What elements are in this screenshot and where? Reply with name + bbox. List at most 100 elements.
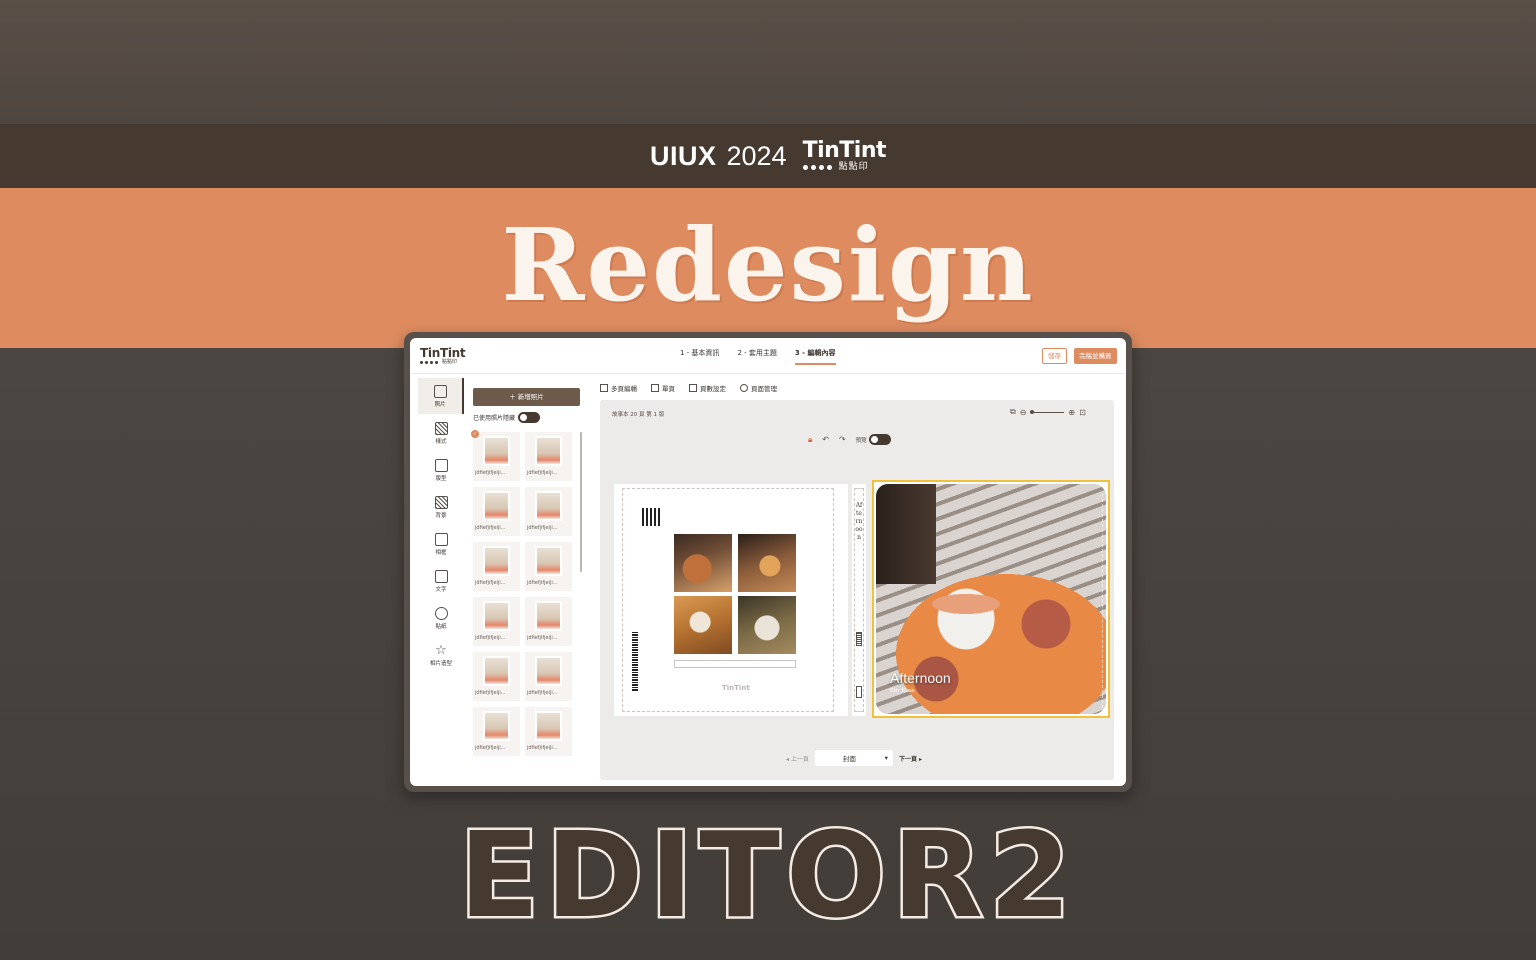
photo-thumbnail[interactable]: jdfiefjifjeiji... <box>525 652 572 701</box>
sidebar-item-photos[interactable]: 照片 <box>418 378 464 414</box>
photo-thumbnail[interactable]: jdfiefjifjeiji... <box>473 707 520 756</box>
document-icon <box>689 384 697 392</box>
photo-thumbnail[interactable]: jdfiefjifjeiji... <box>525 542 572 591</box>
front-cover-page[interactable]: Afternoon Elty Kuan <box>872 480 1110 718</box>
brand-sub: 點點印 <box>802 162 886 172</box>
thumbnail-name: jdfiefjifjeiji... <box>475 525 506 531</box>
preview-toggle[interactable] <box>868 434 891 445</box>
sidebar-item-text[interactable]: 文字 <box>418 563 464 599</box>
image-icon <box>433 384 447 398</box>
preview-row: 預覽 <box>856 434 891 445</box>
lock-icon[interactable]: 🔒︎ <box>808 435 812 445</box>
thumbnail-image <box>535 546 562 576</box>
pattern-icon <box>434 421 448 435</box>
hide-used-toggle[interactable] <box>518 412 541 423</box>
back-photo[interactable] <box>738 596 796 654</box>
zoom-in-icon[interactable]: ⊕ <box>1068 408 1075 417</box>
thumbnail-name: jdfiefjifjeiji... <box>527 470 558 476</box>
preview-label: 預覽 <box>855 437 867 444</box>
text-icon <box>434 569 448 583</box>
editor-canvas: 故事本 20 頁 第 1 版 ⧉ ⊖ ⊕ ⊡ 🔒︎ ↶ ↷ 預覽 TinTint… <box>600 400 1114 780</box>
tab-edit-content[interactable]: 3 - 編輯內容 <box>794 348 836 365</box>
tool-label: 頁面管理 <box>751 385 777 393</box>
photo-panel-scrollbar[interactable] <box>580 432 582 572</box>
thumbnail-name: jdfiefjifjeiji... <box>527 690 558 696</box>
app-logo-zh: 點點印 <box>442 359 458 365</box>
zoom-out-icon[interactable]: ⊖ <box>1020 408 1027 417</box>
photo-thumbnail[interactable]: jdfiefjifjeiji... <box>525 707 572 756</box>
thumbnail-image <box>483 656 510 686</box>
hide-used-row: 已使用照片隱藏 <box>473 412 541 423</box>
prev-label: 上一頁 <box>790 755 809 763</box>
sidebar-item-layouts[interactable]: 版型 <box>418 452 464 488</box>
finish-purchase-button[interactable]: 完稿並購買 <box>1074 348 1117 364</box>
caption-box[interactable] <box>674 660 796 668</box>
sidebar-item-label: 樣式 <box>435 438 447 445</box>
sidebar-item-background[interactable]: 背景 <box>418 489 464 525</box>
brand-zh: 點點印 <box>838 162 869 172</box>
photo-thumbnail[interactable]: jdfiefjifjeiji... <box>473 597 520 646</box>
brand-wordmark: TinTint <box>802 138 887 163</box>
grid-icon <box>600 384 608 392</box>
tab-apply-theme[interactable]: 2 - 套用主題 <box>737 348 776 365</box>
back-photo[interactable] <box>674 596 732 654</box>
back-cover-page[interactable]: TinTint <box>614 484 848 716</box>
cover-photo[interactable]: Afternoon Elty Kuan <box>876 484 1106 714</box>
dot-icon <box>818 165 824 170</box>
page-count-button[interactable]: 頁數設定 <box>689 383 726 393</box>
fit-screen-icon[interactable]: ⊡ <box>1079 408 1086 417</box>
sidebar-item-label: 照片 <box>434 401 446 408</box>
dot-icon <box>802 165 808 170</box>
dot-icon <box>826 165 832 170</box>
tab-basic-info[interactable]: 1 - 基本資訊 <box>680 348 719 365</box>
photo-thumbnail[interactable]: jdfiefjifjeiji... <box>525 597 572 646</box>
copy-icon[interactable]: ⧉ <box>1010 407 1016 417</box>
photo-thumbnail[interactable]: jdfiefjifjeiji... <box>473 542 520 591</box>
brand-logo: TinTint 點點印 <box>802 138 887 172</box>
thumbnail-image <box>483 601 510 631</box>
redo-icon[interactable]: ↷ <box>839 435 846 444</box>
next-label: 下一頁 <box>898 755 917 763</box>
undo-icon[interactable]: ↶ <box>822 435 829 444</box>
multi-page-edit-button[interactable]: 多頁編輯 <box>600 383 637 393</box>
page-select[interactable]: 封面 ▾ <box>814 750 893 766</box>
photo-thumbnail[interactable]: ✓ jdfiefjifjeiji... <box>471 430 520 481</box>
save-button[interactable]: 儲存 <box>1042 348 1067 364</box>
back-photo[interactable] <box>738 534 796 592</box>
page-manage-button[interactable]: 頁面管理 <box>740 383 777 393</box>
sticker-icon <box>434 606 448 620</box>
cover-subtitle[interactable]: Elty Kuan <box>890 688 915 694</box>
thumbnail-name: jdfiefjifjeiji... <box>475 470 506 476</box>
photo-thumbnail[interactable]: jdfiefjifjeiji... <box>473 652 520 701</box>
sidebar-item-label: 版型 <box>435 475 447 482</box>
prev-page-button[interactable]: ◂ 上一頁 <box>786 754 809 763</box>
thumbnail-name: jdfiefjifjeiji... <box>527 580 558 586</box>
book-spine[interactable]: Afternoon <box>852 484 866 716</box>
background-icon <box>434 495 448 509</box>
tool-label: 頁數設定 <box>700 385 726 393</box>
photo-thumbnail[interactable]: jdfiefjifjeiji... <box>525 432 572 481</box>
photo-thumbnail[interactable]: jdfiefjifjeiji... <box>473 487 520 536</box>
photo-thumbnail[interactable]: jdfiefjifjeiji... <box>525 487 572 536</box>
page-navigation: ◂ 上一頁 封面 ▾ 下一頁 ▸ <box>786 750 922 766</box>
thumbnail-image <box>483 436 510 466</box>
uiux-label: UIUX <box>649 140 717 171</box>
year-label: 2024 <box>726 140 787 171</box>
zoom-controls: ⧉ ⊖ ⊕ ⊡ <box>1010 407 1086 417</box>
cover-title[interactable]: Afternoon <box>890 670 951 686</box>
sidebar-item-stickers[interactable]: 貼紙 <box>418 600 464 636</box>
sidebar-item-styles[interactable]: 樣式 <box>418 415 464 451</box>
page-select-value: 封面 <box>842 755 856 763</box>
sidebar-item-photo-shapes[interactable]: ☆ 相片造型 <box>418 637 464 673</box>
back-photo[interactable] <box>674 534 732 592</box>
single-page-button[interactable]: 單頁 <box>651 383 675 393</box>
sidebar-item-frames[interactable]: 相框 <box>418 526 464 562</box>
thumbnail-name: jdfiefjifjeiji... <box>475 580 506 586</box>
app-logo[interactable]: TinTint 點點印 <box>420 347 466 365</box>
dot-icon <box>425 361 428 364</box>
check-icon: ✓ <box>471 430 479 438</box>
add-photo-button[interactable]: ＋ 新增照片 <box>473 388 580 406</box>
next-page-button[interactable]: 下一頁 ▸ <box>899 754 922 763</box>
zoom-slider[interactable] <box>1030 409 1065 414</box>
hide-used-label: 已使用照片隱藏 <box>473 415 516 422</box>
